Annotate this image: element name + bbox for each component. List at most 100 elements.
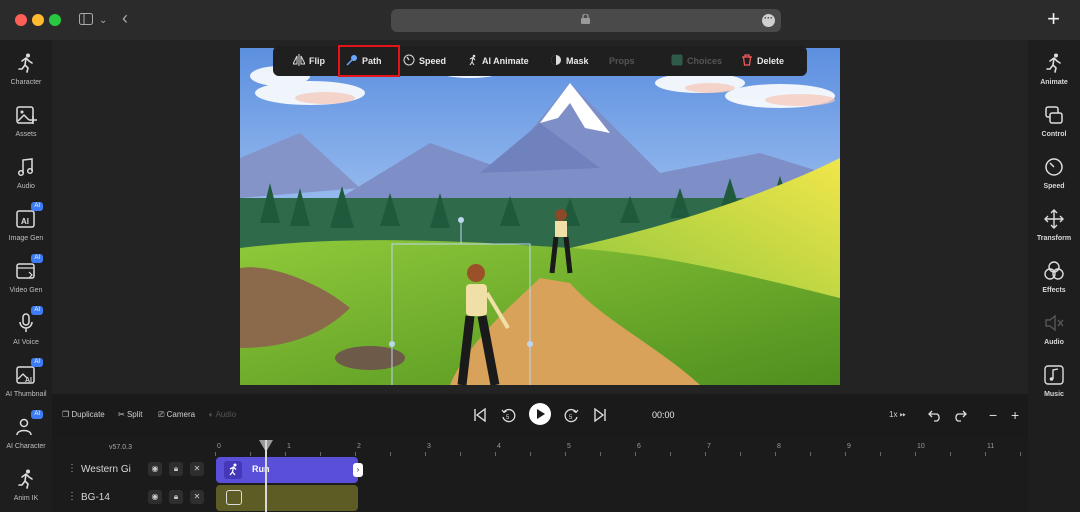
sidebar-item-speed[interactable]: Speed bbox=[1028, 156, 1080, 190]
delete-button[interactable]: Delete bbox=[741, 54, 784, 68]
ai-animate-button[interactable]: AI Animate bbox=[466, 54, 529, 68]
drag-handle-icon[interactable]: ⋮ bbox=[67, 491, 77, 502]
camera-icon: ⎚ bbox=[158, 410, 167, 419]
sidebar-item-ai-thumbnail[interactable]: AI AI AI Thumbnail bbox=[0, 358, 52, 398]
sidebar-toggle-icon[interactable] bbox=[79, 12, 93, 28]
sidebar-item-character[interactable]: Character bbox=[0, 52, 52, 86]
maximize-window-button[interactable] bbox=[49, 14, 61, 26]
ruler-tick bbox=[355, 452, 356, 456]
run-icon bbox=[1046, 53, 1061, 73]
playback-toolbar: ❐ Duplicate ✂ Split ⎚ Camera 🔈︎ Audio 5 … bbox=[52, 398, 1028, 434]
redo-icon[interactable] bbox=[953, 408, 967, 422]
close-icon[interactable]: ✕ bbox=[190, 462, 204, 476]
props-button[interactable]: Props bbox=[609, 54, 635, 68]
close-icon[interactable]: ✕ bbox=[190, 490, 204, 504]
tick-label: 3 bbox=[427, 443, 431, 450]
title-bar: ⌄ ‹ ··· + bbox=[0, 0, 1080, 40]
more-icon[interactable]: ··· bbox=[762, 14, 775, 27]
drag-handle-icon[interactable]: ⋮ bbox=[67, 463, 77, 474]
back-icon[interactable]: ‹ bbox=[122, 9, 128, 27]
chevron-down-icon[interactable]: ⌄ bbox=[99, 13, 107, 29]
ruler-tick bbox=[845, 452, 846, 456]
choices-icon bbox=[671, 54, 683, 66]
mask-button[interactable]: Mask bbox=[550, 54, 589, 68]
tick-label: 7 bbox=[707, 443, 711, 450]
ruler-tick bbox=[1020, 452, 1021, 456]
timeline-clip-run[interactable]: Run › bbox=[216, 457, 363, 483]
tick-label: 10 bbox=[917, 443, 925, 450]
resize-handle-left[interactable] bbox=[389, 341, 395, 347]
forward-5-icon[interactable]: 5 bbox=[564, 408, 579, 423]
track-name: BG-14 bbox=[81, 492, 110, 503]
close-window-button[interactable] bbox=[15, 14, 27, 26]
audio-button[interactable]: 🔈︎ Audio bbox=[209, 410, 236, 420]
camera-label: Camera bbox=[166, 410, 196, 419]
play-button[interactable] bbox=[529, 403, 551, 425]
time-ruler[interactable]: 0 1 2 3 4 5 6 7 8 9 10 11 bbox=[215, 441, 1025, 456]
sidebar-item-transform[interactable]: Transform bbox=[1028, 208, 1080, 242]
ruler-tick bbox=[530, 452, 531, 456]
sidebar-item-label: Effects bbox=[1042, 287, 1066, 294]
sidebar-item-ai-character[interactable]: AI AI Character bbox=[0, 410, 52, 450]
playback-speed-button[interactable]: 1x ⏩︎ bbox=[889, 410, 906, 420]
sidebar-item-audio[interactable]: Audio bbox=[0, 156, 52, 190]
eye-icon[interactable]: ◉ bbox=[148, 490, 162, 504]
ai-badge: AI bbox=[31, 358, 43, 367]
camera-button[interactable]: ⎚ Camera bbox=[158, 410, 195, 420]
tick-label: 2 bbox=[357, 443, 361, 450]
sidebar-item-ai-voice[interactable]: AI AI Voice bbox=[0, 306, 52, 346]
ruler-tick bbox=[390, 452, 391, 456]
scene-canvas[interactable] bbox=[240, 48, 840, 385]
zoom-out-button[interactable]: − bbox=[989, 407, 997, 423]
clip-resize-handle[interactable]: › bbox=[353, 463, 363, 477]
duplicate-button[interactable]: ❐ Duplicate bbox=[62, 410, 105, 419]
version-label: v57.0.3 bbox=[109, 444, 132, 451]
delete-label: Delete bbox=[757, 56, 785, 66]
ai-badge: AI bbox=[31, 306, 43, 315]
sidebar-item-label: Video Gen bbox=[9, 287, 43, 294]
svg-text:5: 5 bbox=[506, 415, 510, 421]
address-bar[interactable]: ··· bbox=[391, 9, 781, 32]
ruler-tick bbox=[915, 452, 916, 456]
split-button[interactable]: ✂ Split bbox=[118, 410, 143, 419]
lock-icon bbox=[581, 14, 590, 24]
speed-button[interactable]: Speed bbox=[403, 54, 446, 68]
choices-button[interactable]: Choices bbox=[671, 54, 722, 68]
sidebar-item-anim-ik[interactable]: Anim IK bbox=[0, 468, 52, 502]
rewind-5-icon[interactable]: 5 bbox=[501, 408, 516, 423]
resize-handle-right[interactable] bbox=[527, 341, 533, 347]
undo-icon[interactable] bbox=[928, 408, 942, 422]
sidebar-item-music[interactable]: Music bbox=[1028, 364, 1080, 398]
ruler-tick bbox=[460, 452, 461, 456]
flip-button[interactable]: Flip bbox=[293, 54, 325, 68]
mask-icon bbox=[551, 55, 561, 65]
timeline: v57.0.3 0 1 2 3 4 5 6 7 8 9 10 11 ⋮ West… bbox=[52, 436, 1028, 512]
sidebar-item-label: AI Voice bbox=[13, 339, 39, 346]
sidebar-item-image-gen[interactable]: AI AI Image Gen bbox=[0, 202, 52, 242]
sidebar-item-label: Speed bbox=[1043, 183, 1065, 190]
sidebar-item-animate[interactable]: Animate bbox=[1028, 52, 1080, 86]
zoom-in-button[interactable]: + bbox=[1011, 407, 1019, 423]
thumbnail-icon: AI AI bbox=[15, 358, 43, 386]
sidebar-item-video-gen[interactable]: AI Video Gen bbox=[0, 254, 52, 294]
skip-start-icon[interactable] bbox=[473, 408, 487, 422]
lock-icon[interactable]: 🔒︎ bbox=[169, 490, 183, 504]
scissors-icon: ✂ bbox=[118, 410, 127, 419]
minimize-window-button[interactable] bbox=[32, 14, 44, 26]
track-row[interactable]: ⋮ BG-14 ◉ 🔒︎ ✕ bbox=[52, 485, 1028, 511]
playhead[interactable] bbox=[265, 440, 267, 512]
sidebar-item-assets[interactable]: Assets bbox=[0, 104, 52, 138]
sidebar-item-effects[interactable]: Effects bbox=[1028, 260, 1080, 294]
eye-icon[interactable]: ◉ bbox=[148, 462, 162, 476]
new-tab-button[interactable]: + bbox=[1047, 8, 1060, 30]
track-row[interactable]: ⋮ Western Gi ◉ 🔒︎ ✕ bbox=[52, 457, 1028, 483]
ruler-tick bbox=[950, 452, 951, 456]
lock-icon[interactable]: 🔒︎ bbox=[169, 462, 183, 476]
video-ai-icon: AI bbox=[15, 254, 43, 282]
sidebar-item-control[interactable]: Control bbox=[1028, 104, 1080, 138]
trash-icon bbox=[742, 54, 752, 66]
timeline-clip-background[interactable] bbox=[216, 485, 358, 511]
rotate-handle[interactable] bbox=[458, 217, 464, 223]
sidebar-item-audio-disabled[interactable]: Audio bbox=[1028, 312, 1080, 346]
skip-end-icon[interactable] bbox=[593, 408, 607, 422]
